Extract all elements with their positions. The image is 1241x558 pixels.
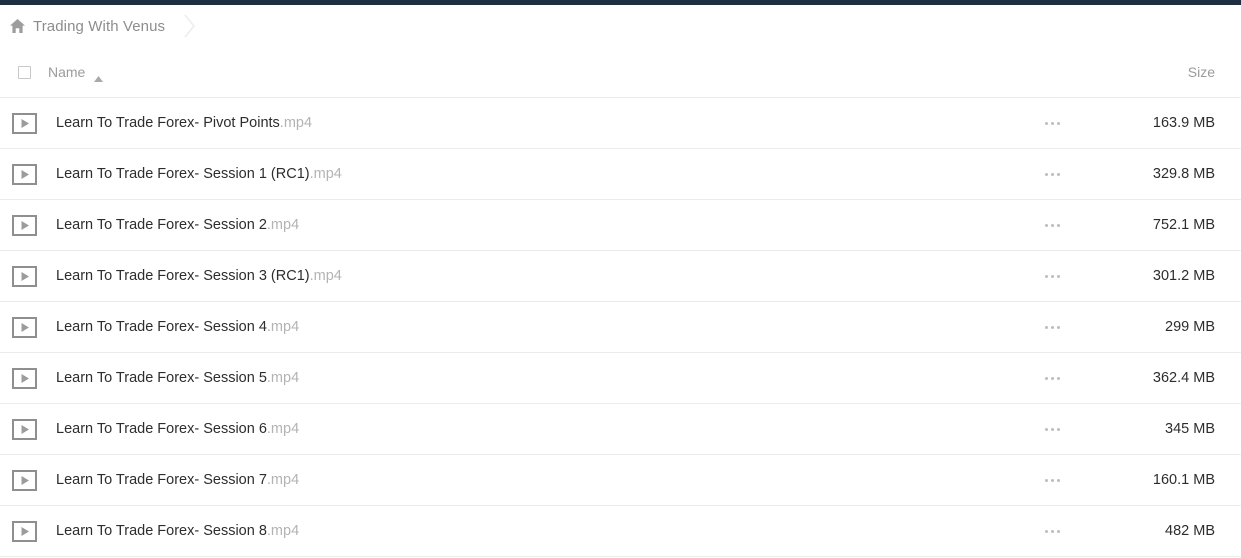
row-actions-cell bbox=[1010, 116, 1095, 131]
home-icon bbox=[9, 18, 26, 34]
video-play-icon[interactable] bbox=[11, 112, 37, 134]
video-play-icon[interactable] bbox=[11, 520, 37, 542]
ellipsis-icon[interactable] bbox=[1041, 269, 1064, 284]
file-icon-cell bbox=[0, 316, 48, 338]
file-size-cell: 329.8 MB bbox=[1152, 166, 1215, 182]
file-name-cell[interactable]: Learn To Trade Forex- Pivot Points.mp4 bbox=[48, 115, 1010, 131]
file-icon-cell bbox=[0, 418, 48, 440]
file-name-text: Learn To Trade Forex- Session 4 bbox=[56, 319, 267, 335]
table-row[interactable]: Learn To Trade Forex- Session 1 (RC1).mp… bbox=[0, 149, 1241, 200]
row-actions-cell bbox=[1010, 320, 1095, 335]
table-row[interactable]: Learn To Trade Forex- Session 5.mp4 362.… bbox=[0, 353, 1241, 404]
file-size-cell: 345 MB bbox=[1165, 421, 1215, 437]
file-name-text: Learn To Trade Forex- Session 7 bbox=[56, 472, 267, 488]
file-icon-cell bbox=[0, 367, 48, 389]
video-play-icon[interactable] bbox=[11, 163, 37, 185]
select-all-cell bbox=[0, 65, 48, 79]
video-play-icon[interactable] bbox=[11, 418, 37, 440]
file-name-text: Learn To Trade Forex- Session 5 bbox=[56, 370, 267, 386]
file-size-cell: 362.4 MB bbox=[1152, 370, 1215, 386]
video-play-icon[interactable] bbox=[11, 367, 37, 389]
chevron-right-icon bbox=[182, 11, 198, 41]
breadcrumb: Trading With Venus bbox=[0, 5, 1241, 47]
table-row[interactable]: Learn To Trade Forex- Pivot Points.mp4 1… bbox=[0, 98, 1241, 149]
row-actions-cell bbox=[1010, 269, 1095, 284]
file-icon-cell bbox=[0, 163, 48, 185]
file-size-cell: 752.1 MB bbox=[1152, 217, 1215, 233]
ellipsis-icon[interactable] bbox=[1041, 524, 1064, 539]
file-size-cell: 160.1 MB bbox=[1152, 472, 1215, 488]
table-row[interactable]: Learn To Trade Forex- Session 8.mp4 482 … bbox=[0, 506, 1241, 557]
row-actions-cell bbox=[1010, 473, 1095, 488]
select-all-checkbox[interactable] bbox=[17, 65, 31, 79]
file-extension-text: .mp4 bbox=[309, 268, 342, 284]
ellipsis-icon[interactable] bbox=[1041, 218, 1064, 233]
file-extension-text: .mp4 bbox=[266, 523, 300, 539]
table-header-row: Name Size bbox=[0, 47, 1241, 98]
file-icon-cell bbox=[0, 520, 48, 542]
table-row[interactable]: Learn To Trade Forex- Session 3 (RC1).mp… bbox=[0, 251, 1241, 302]
row-actions-cell bbox=[1010, 167, 1095, 182]
table-row[interactable]: Learn To Trade Forex- Session 4.mp4 299 … bbox=[0, 302, 1241, 353]
row-actions-cell bbox=[1010, 218, 1095, 233]
ellipsis-icon[interactable] bbox=[1041, 167, 1064, 182]
file-name-cell[interactable]: Learn To Trade Forex- Session 8.mp4 bbox=[48, 523, 1010, 539]
row-actions-cell bbox=[1010, 524, 1095, 539]
file-name-cell[interactable]: Learn To Trade Forex- Session 1 (RC1).mp… bbox=[48, 166, 1010, 182]
video-play-icon[interactable] bbox=[11, 469, 37, 491]
video-play-icon[interactable] bbox=[11, 214, 37, 236]
file-extension-text: .mp4 bbox=[266, 217, 300, 233]
video-play-icon[interactable] bbox=[11, 316, 37, 338]
table-row[interactable]: Learn To Trade Forex- Session 6.mp4 345 … bbox=[0, 404, 1241, 455]
file-icon-cell bbox=[0, 265, 48, 287]
ellipsis-icon[interactable] bbox=[1041, 371, 1064, 386]
file-name-text: Learn To Trade Forex- Session 3 (RC1) bbox=[56, 268, 310, 284]
file-name-text: Learn To Trade Forex- Session 1 (RC1) bbox=[56, 166, 310, 182]
file-name-cell[interactable]: Learn To Trade Forex- Session 4.mp4 bbox=[48, 319, 1010, 335]
file-size-cell: 163.9 MB bbox=[1152, 115, 1215, 131]
file-name-cell[interactable]: Learn To Trade Forex- Session 7.mp4 bbox=[48, 472, 1010, 488]
table-row[interactable]: Learn To Trade Forex- Session 7.mp4 160.… bbox=[0, 455, 1241, 506]
file-name-cell[interactable]: Learn To Trade Forex- Session 6.mp4 bbox=[48, 421, 1010, 437]
file-icon-cell bbox=[0, 214, 48, 236]
file-name-text: Learn To Trade Forex- Session 6 bbox=[56, 421, 267, 437]
file-name-text: Learn To Trade Forex- Session 8 bbox=[56, 523, 267, 539]
file-name-cell[interactable]: Learn To Trade Forex- Session 5.mp4 bbox=[48, 370, 1010, 386]
file-name-cell[interactable]: Learn To Trade Forex- Session 3 (RC1).mp… bbox=[48, 268, 1010, 284]
caret-up-icon bbox=[94, 69, 104, 82]
file-name-cell[interactable]: Learn To Trade Forex- Session 2.mp4 bbox=[48, 217, 1010, 233]
ellipsis-icon[interactable] bbox=[1041, 116, 1064, 131]
ellipsis-icon[interactable] bbox=[1041, 422, 1064, 437]
ellipsis-icon[interactable] bbox=[1041, 473, 1064, 488]
column-header-name[interactable]: Name bbox=[48, 64, 1010, 82]
file-extension-text: .mp4 bbox=[266, 370, 300, 386]
file-size-cell: 482 MB bbox=[1165, 523, 1215, 539]
row-actions-cell bbox=[1010, 422, 1095, 437]
file-extension-text: .mp4 bbox=[266, 472, 300, 488]
file-extension-text: .mp4 bbox=[279, 115, 313, 131]
file-name-text: Learn To Trade Forex- Session 2 bbox=[56, 217, 267, 233]
file-extension-text: .mp4 bbox=[309, 166, 342, 182]
file-size-cell: 301.2 MB bbox=[1152, 268, 1215, 284]
breadcrumb-item-label: Trading With Venus bbox=[33, 17, 166, 35]
file-extension-text: .mp4 bbox=[266, 319, 300, 335]
file-list: Learn To Trade Forex- Pivot Points.mp4 1… bbox=[0, 98, 1241, 557]
column-header-name-label: Name bbox=[48, 64, 86, 80]
column-header-size[interactable]: Size bbox=[1095, 64, 1216, 80]
file-icon-cell bbox=[0, 469, 48, 491]
file-icon-cell bbox=[0, 112, 48, 134]
file-size-cell: 299 MB bbox=[1165, 319, 1215, 335]
file-extension-text: .mp4 bbox=[266, 421, 300, 437]
ellipsis-icon[interactable] bbox=[1041, 320, 1064, 335]
row-actions-cell bbox=[1010, 371, 1095, 386]
table-row[interactable]: Learn To Trade Forex- Session 2.mp4 752.… bbox=[0, 200, 1241, 251]
video-play-icon[interactable] bbox=[11, 265, 37, 287]
breadcrumb-item-root[interactable]: Trading With Venus bbox=[9, 18, 165, 35]
file-name-text: Learn To Trade Forex- Pivot Points bbox=[56, 115, 280, 131]
